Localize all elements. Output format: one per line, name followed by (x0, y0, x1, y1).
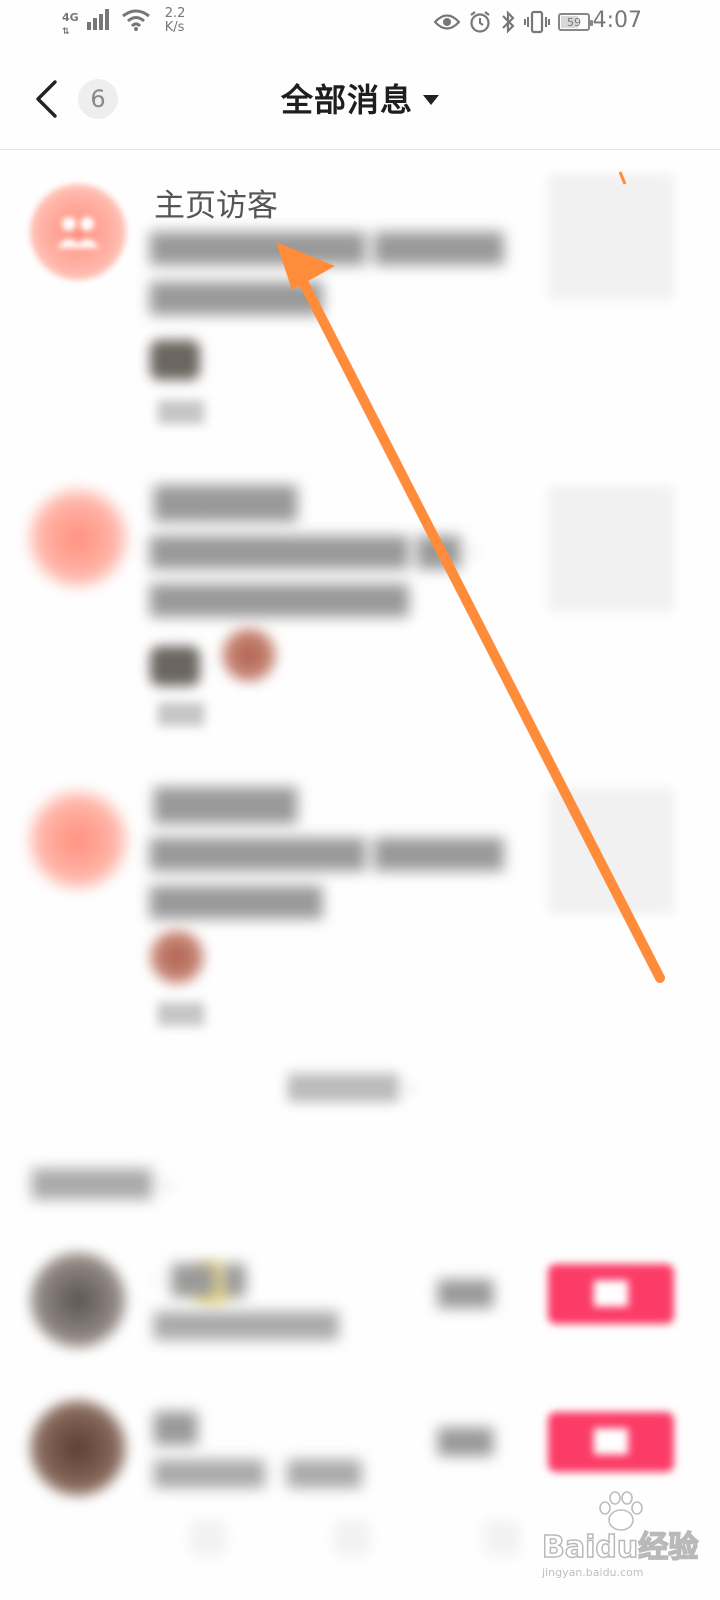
message-time: ███ (158, 702, 205, 726)
message-thumbnail (548, 174, 674, 300)
message-preview-line2: ████████ (150, 282, 323, 315)
user-avatar (150, 646, 200, 686)
data-arrows-icon: ⇅ (62, 27, 70, 37)
battery-icon: 59 (558, 13, 593, 31)
follow-button[interactable]: ██ (548, 1264, 674, 1324)
message-thumbnail (548, 788, 674, 914)
bluetooth-icon (502, 10, 515, 34)
status-left: 4G ⇅ 2.2 K/s (62, 6, 186, 38)
status-bar: 4G ⇅ 2.2 K/s 59 4:07 (0, 0, 720, 50)
suggestion-name: ██ (154, 1412, 198, 1445)
status-time: 4:07 (592, 8, 642, 33)
suggestion-row[interactable]: · ██ █ ██████████ ███ ██ (0, 1252, 720, 1372)
suggestion-remove[interactable]: ███ (438, 1280, 493, 1308)
message-preview-line1: ██████████ ██████ (150, 232, 504, 265)
nav-discover-icon[interactable] (334, 1520, 370, 1556)
message-preview-line2: ████████████ (150, 584, 409, 617)
message-item-comments[interactable]: ██████ ██████████ ██████ ████████ ███ (0, 768, 720, 1068)
alarm-icon (470, 11, 490, 33)
message-preview-line1: ██████████ ██████ (150, 838, 504, 871)
header: 6 全部消息 (0, 55, 720, 150)
suggestion-remove[interactable]: ███ (438, 1428, 493, 1456)
heart-icon (30, 490, 126, 586)
network-speed: 2.2 K/s (159, 6, 186, 36)
speed-unit: K/s (164, 20, 185, 35)
message-title: 主页访客 (154, 188, 278, 224)
battery-level: 59 (567, 15, 581, 29)
avatar (30, 1400, 126, 1496)
message-preview-line1: ████████████ ██ · (150, 536, 479, 569)
watermark-logo: Baidu经验 (541, 1529, 699, 1566)
status-right: 59 (434, 10, 593, 34)
page-title: 全部消息 (280, 81, 413, 119)
title-dropdown[interactable]: 全部消息 (0, 75, 720, 121)
network-indicator: 4G ⇅ (62, 8, 79, 38)
watermark-site: jingyan.baidu.com (542, 1566, 644, 1579)
see-more-link[interactable]: ██████ › (272, 1068, 432, 1108)
nav-me-icon[interactable] (484, 1520, 520, 1556)
suggestions-section-title: ██████ › (32, 1170, 171, 1200)
message-thumbnail (548, 486, 674, 612)
heart-icon (30, 792, 126, 888)
user-avatar (150, 930, 204, 984)
message-item-visitors[interactable]: 主页访客 ██████████ ██████ ████████ ███ (0, 160, 720, 460)
follow-button[interactable]: ██ (548, 1412, 674, 1472)
message-time: ███ (158, 1002, 205, 1026)
eye-icon (434, 14, 460, 30)
message-preview-line2: ████████ (150, 886, 323, 919)
screen: 4G ⇅ 2.2 K/s 59 4:07 6 全部消息 主页访客 ███████… (0, 0, 720, 1600)
visitors-icon (30, 184, 126, 280)
user-avatar (222, 628, 276, 682)
caret-down-icon (423, 95, 439, 105)
nav-home-icon[interactable] (190, 1520, 226, 1556)
message-item-likes[interactable]: ██████ ████████████ ██ · ████████████ ██… (0, 466, 720, 766)
message-title: ██████ (154, 486, 298, 522)
watermark: Baidu经验 jingyan.baidu.com (538, 1490, 708, 1590)
network-type: 4G (62, 11, 79, 24)
message-title: ██████ (154, 788, 298, 824)
suggestion-subtitle: ██████████ (154, 1312, 339, 1340)
avatar (30, 1252, 126, 1348)
signal-icon (86, 9, 109, 30)
suggestion-name: · ██ █ (154, 1264, 246, 1297)
user-avatar (150, 340, 200, 380)
wifi-icon (121, 9, 150, 31)
suggestion-subtitle: ██████ · ████ (154, 1460, 362, 1488)
message-time: ███ (158, 400, 205, 424)
vibrate-icon (524, 10, 550, 34)
